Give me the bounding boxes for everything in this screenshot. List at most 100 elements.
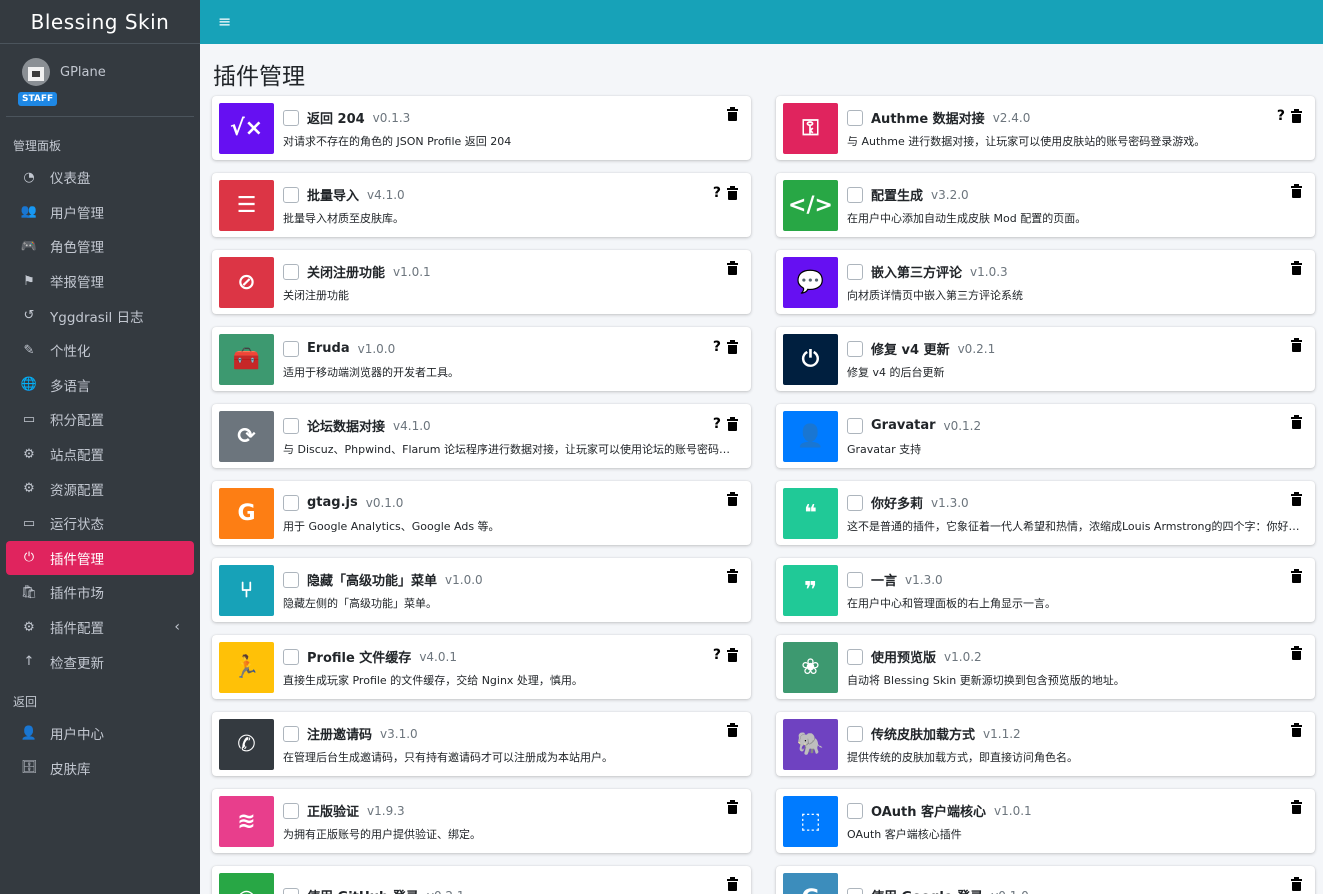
plugin-enable-checkbox[interactable] [283, 802, 299, 819]
plugin-description: 自动将 Blessing Skin 更新源切换到包含预览版的地址。 [847, 673, 1125, 687]
sidebar-item[interactable]: ↺ Yggdrasil 日志 [6, 298, 194, 333]
trash-icon[interactable] [1291, 800, 1302, 814]
trash-icon[interactable] [1291, 415, 1302, 429]
sidebar-item[interactable]: 🌐 多语言 [6, 368, 194, 403]
plugin-enable-checkbox[interactable] [847, 802, 863, 819]
plugin-version: v4.1.0 [393, 418, 431, 433]
plugin-enable-checkbox[interactable] [283, 887, 299, 894]
sync-icon: ⟳ [219, 410, 274, 462]
paint-brush-icon: ✎ [23, 342, 35, 358]
sidebar-item[interactable]: ⏻ 插件管理 [6, 540, 194, 576]
sidebar-item[interactable]: ⚙ 资源配置 [6, 471, 194, 506]
trash-icon[interactable] [727, 877, 738, 891]
plugin-enable-checkbox[interactable] [283, 648, 299, 665]
republican-icon: 🐘 [783, 718, 838, 770]
trash-icon[interactable] [727, 107, 738, 121]
help-icon[interactable]: ? [713, 339, 721, 355]
globe-icon: 🌐 [20, 377, 38, 393]
trash-icon[interactable] [727, 261, 738, 275]
plugin-enable-checkbox[interactable] [283, 417, 299, 434]
square-root-icon: √× [219, 102, 274, 154]
sidebar-item[interactable]: ⚙ 站点配置 [6, 437, 194, 472]
plugin-enable-checkbox[interactable] [847, 340, 863, 357]
plugin-enable-checkbox[interactable] [283, 725, 299, 742]
trash-icon[interactable] [1291, 877, 1302, 891]
sidebar-item[interactable]: ▭ 积分配置 [6, 402, 194, 437]
plugin-enable-checkbox[interactable] [847, 494, 863, 511]
plugin-description: 与 Discuz、Phpwind、Flarum 论坛程序进行数据对接，让玩家可以… [283, 442, 738, 456]
trash-icon[interactable] [727, 647, 738, 662]
trash-icon[interactable] [1291, 108, 1302, 123]
sidebar-item[interactable]: ↑ 检查更新 [6, 644, 194, 679]
plugin-enable-checkbox[interactable] [847, 648, 863, 665]
plugin-name: 配置生成 [871, 189, 924, 204]
plugin-description: Gravatar 支持 [847, 442, 922, 456]
user-icon: 👤 [20, 725, 38, 741]
trash-icon[interactable] [727, 723, 738, 737]
plugin-enable-checkbox[interactable] [847, 263, 863, 280]
help-icon[interactable]: ? [1277, 108, 1285, 124]
plugin-description: 修复 v4 的后台更新 [847, 365, 945, 379]
trash-icon[interactable] [1291, 646, 1302, 660]
users-icon: 👥 [20, 204, 38, 220]
sidebar-item[interactable]: ◔ 仪表盘 [6, 160, 194, 195]
avatar[interactable] [22, 58, 50, 86]
user-check-icon: 👤 [783, 410, 838, 462]
plugin-description: 直接生成玩家 Profile 的文件缓存，交给 Nginx 处理，慎用。 [283, 673, 583, 687]
plugin-card: 💬 嵌入第三方评论 v1.0.3 向材质详情页中嵌入第三方评论系统 [776, 250, 1315, 314]
trash-icon[interactable] [1291, 338, 1302, 352]
sidebar-item[interactable]: 🛍 插件市场 [6, 575, 194, 610]
help-icon[interactable]: ? [713, 185, 721, 201]
plugin-enable-checkbox[interactable] [847, 186, 863, 203]
plugin-enable-checkbox[interactable] [847, 887, 863, 894]
sidebar-item-label: 多语言 [50, 378, 91, 395]
toolbox-icon: 🧰 [219, 333, 274, 385]
plugin-version: v0.1.2 [943, 418, 982, 433]
plugin-enable-checkbox[interactable] [283, 340, 299, 357]
brand-logo[interactable]: Blessing Skin [0, 0, 200, 44]
plugin-enable-checkbox[interactable] [847, 725, 863, 742]
trash-icon[interactable] [727, 569, 738, 583]
box-open-icon: ⬚ [783, 795, 838, 847]
trash-icon[interactable] [727, 492, 738, 506]
page-title: 插件管理 [213, 64, 305, 90]
plugin-enable-checkbox[interactable] [283, 571, 299, 588]
plugin-enable-checkbox[interactable] [847, 109, 863, 126]
plugin-enable-checkbox[interactable] [283, 186, 299, 203]
plugin-name: Authme 数据对接 [871, 112, 985, 127]
trash-icon[interactable] [727, 800, 738, 814]
sidebar-item-label: 用户管理 [50, 205, 104, 222]
trash-icon[interactable] [1291, 569, 1302, 583]
plugin-card: ❞ 一言 v1.3.0 在用户中心和管理面板的右上角显示一言。 [776, 558, 1315, 622]
archive-icon: 🗄 [20, 760, 38, 776]
plugin-enable-checkbox[interactable] [847, 571, 863, 588]
plugin-enable-checkbox[interactable] [283, 263, 299, 280]
sidebar-item[interactable]: 🗄 皮肤库 [6, 751, 194, 786]
plugin-card: ☰ 批量导入 v4.1.0 批量导入材质至皮肤库。 ? [212, 173, 751, 237]
sidebar-item[interactable]: 🎮 角色管理 [6, 229, 194, 264]
plugin-enable-checkbox[interactable] [283, 109, 299, 126]
plugin-description: 向材质详情页中嵌入第三方评论系统 [847, 288, 1023, 302]
plug-icon: ⏻ [23, 550, 35, 566]
plugin-enable-checkbox[interactable] [283, 494, 299, 511]
sidebar-item[interactable]: 👤 用户中心 [6, 716, 194, 751]
trash-icon[interactable] [1291, 723, 1302, 737]
user-name[interactable]: GPlane [60, 65, 106, 80]
sidebar-item[interactable]: ✎ 个性化 [6, 333, 194, 368]
sidebar-item[interactable]: ⚙ 插件配置 ‹ [6, 610, 194, 645]
trash-icon[interactable] [727, 416, 738, 431]
sidebar-item[interactable]: ⚑ 举报管理 [6, 264, 194, 299]
plugin-enable-checkbox[interactable] [847, 417, 863, 434]
menu-toggle-icon[interactable]: ≡ [218, 12, 231, 31]
sidebar-item[interactable]: ▭ 运行状态 [6, 506, 194, 541]
plugin-version: v4.0.1 [419, 649, 457, 664]
sidebar-item[interactable]: 👥 用户管理 [6, 195, 194, 230]
help-icon[interactable]: ? [713, 416, 721, 432]
help-icon[interactable]: ? [713, 647, 721, 663]
plugin-description: 与 Authme 进行数据对接，让玩家可以使用皮肤站的账号密码登录游戏。 [847, 134, 1206, 148]
trash-icon[interactable] [727, 339, 738, 354]
trash-icon[interactable] [1291, 184, 1302, 198]
trash-icon[interactable] [727, 185, 738, 200]
trash-icon[interactable] [1291, 261, 1302, 275]
trash-icon[interactable] [1291, 492, 1302, 506]
